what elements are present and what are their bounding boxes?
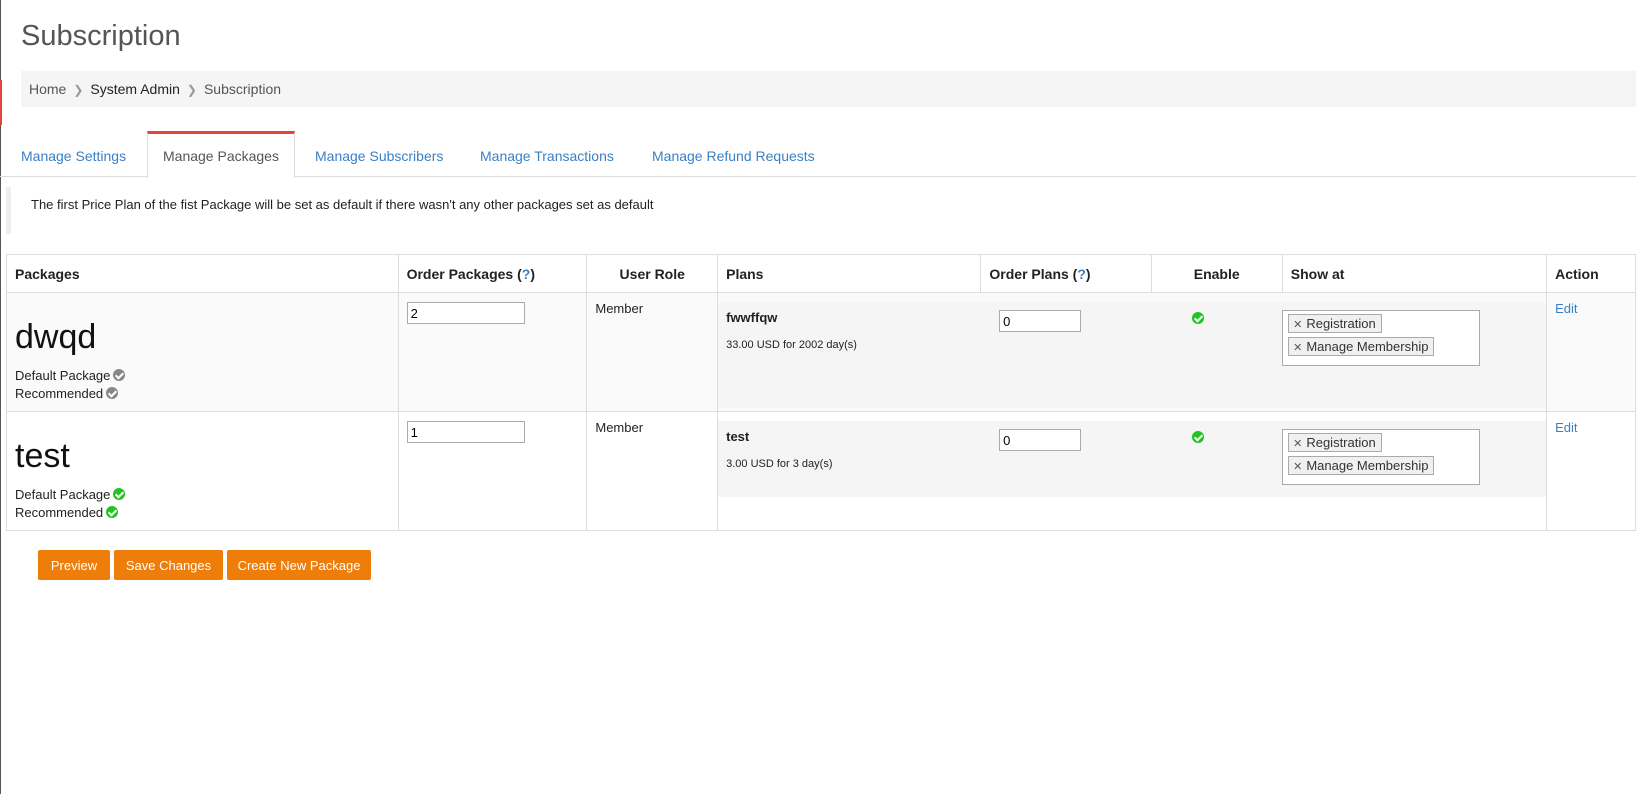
plan-price: 33.00 USD for 2002 day(s) [726,339,857,351]
tab-manage-refund-requests[interactable]: Manage Refund Requests [652,131,815,176]
header-plans: Plans [717,254,982,293]
help-icon[interactable]: ? [1077,266,1086,282]
header-order-plans: Order Plans (?) [980,254,1152,293]
breadcrumb-home[interactable]: Home [29,81,66,97]
package-cell: test Default Package Recommended [6,411,399,531]
table-row: test Default Package Recommended Member … [6,411,1636,531]
order-package-input[interactable] [406,302,525,324]
breadcrumb-subscription: Subscription [203,81,282,97]
edit-link[interactable]: Edit [1555,420,1577,435]
package-cell: dwqd Default Package Recommended [6,292,399,412]
breadcrumb-system-admin[interactable]: System Admin [90,81,179,97]
header-show-at: Show at [1281,254,1548,293]
order-package-cell [397,292,588,412]
table-header-row: Packages Order Packages (?) User Role Pl… [6,254,1636,293]
order-package-cell [397,411,588,531]
tab-manage-transactions[interactable]: Manage Transactions [480,131,614,176]
header-packages: Packages [6,254,399,293]
tag-manage-membership: ✕ Manage Membership [1288,337,1435,356]
remove-tag-icon[interactable]: ✕ [1293,438,1302,450]
tab-manage-settings[interactable]: Manage Settings [21,131,126,176]
user-role: Member [595,301,644,316]
create-new-package-button[interactable]: Create New Package [227,550,371,580]
header-order-packages: Order Packages (?) [397,254,588,293]
plan-row: test 3.00 USD for 3 day(s) ✕Registration… [718,421,1547,497]
order-plan-input[interactable] [999,429,1082,451]
action-cell: Edit [1546,411,1636,531]
plans-cell: fwwffqw 33.00 USD for 2002 day(s) ✕Regis… [717,292,1548,412]
check-circle-icon[interactable] [113,488,126,500]
remove-tag-icon[interactable]: ✕ [1293,319,1302,331]
recommended-flag[interactable]: Recommended [15,385,390,403]
plan-name: test [726,429,750,444]
edit-link[interactable]: Edit [1555,301,1577,316]
enabled-check-icon[interactable] [1192,312,1205,324]
plan-price: 3.00 USD for 3 day(s) [726,458,833,470]
check-circle-icon[interactable] [106,387,119,399]
default-notice: The first Price Plan of the fist Package… [6,187,1006,234]
packages-table: Packages Order Packages (?) User Role Pl… [6,254,1636,531]
user-role-cell: Member [586,292,719,412]
table-row: dwqd Default Package Recommended Member … [6,292,1636,412]
left-accent [0,80,2,125]
show-at-select[interactable]: ✕ Registration ✕ Manage Membership [1282,429,1481,485]
tag-registration: ✕ Registration [1288,433,1382,452]
check-circle-icon[interactable] [106,506,119,518]
remove-tag-icon[interactable]: ✕ [1293,461,1302,473]
tab-manage-packages[interactable]: Manage Packages [147,131,295,178]
breadcrumb: Home ❯ System Admin ❯ Subscription [21,71,1636,107]
plan-row: fwwffqw 33.00 USD for 2002 day(s) ✕Regis… [718,302,1547,408]
recommended-flag[interactable]: Recommended [15,504,390,522]
show-at-select[interactable]: ✕ Registration ✕ Manage Membership [1282,310,1481,366]
plan-name: fwwffqw [726,310,778,325]
tab-bar: Manage Settings Manage Packages Manage S… [0,131,1636,178]
package-name: dwqd [15,318,97,356]
tab-manage-subscribers[interactable]: Manage Subscribers [315,131,443,176]
remove-tag-icon[interactable]: ✕ [1293,342,1302,354]
plans-cell: test 3.00 USD for 3 day(s) ✕Registration… [717,411,1548,531]
order-plan-input[interactable] [999,310,1082,332]
chevron-right-icon: ❯ [186,83,197,97]
enabled-check-icon[interactable] [1192,431,1205,443]
chevron-right-icon: ❯ [73,83,84,97]
order-package-input[interactable] [406,421,525,443]
header-enable: Enable [1150,254,1283,293]
user-role-cell: Member [586,411,719,531]
package-name: test [15,437,70,475]
tag-registration: ✕ Registration [1288,314,1382,333]
tag-manage-membership: ✕ Manage Membership [1288,456,1435,475]
user-role: Member [595,420,644,435]
action-cell: Edit [1546,292,1636,412]
header-user-role: User Role [586,254,719,293]
check-circle-icon[interactable] [113,369,126,381]
default-package-flag[interactable]: Default Package [15,486,390,504]
preview-button[interactable]: Preview [38,550,110,580]
save-changes-button[interactable]: Save Changes [114,550,223,580]
header-action: Action [1546,254,1636,293]
default-package-flag[interactable]: Default Package [15,367,390,385]
page-title: Subscription [21,20,181,52]
